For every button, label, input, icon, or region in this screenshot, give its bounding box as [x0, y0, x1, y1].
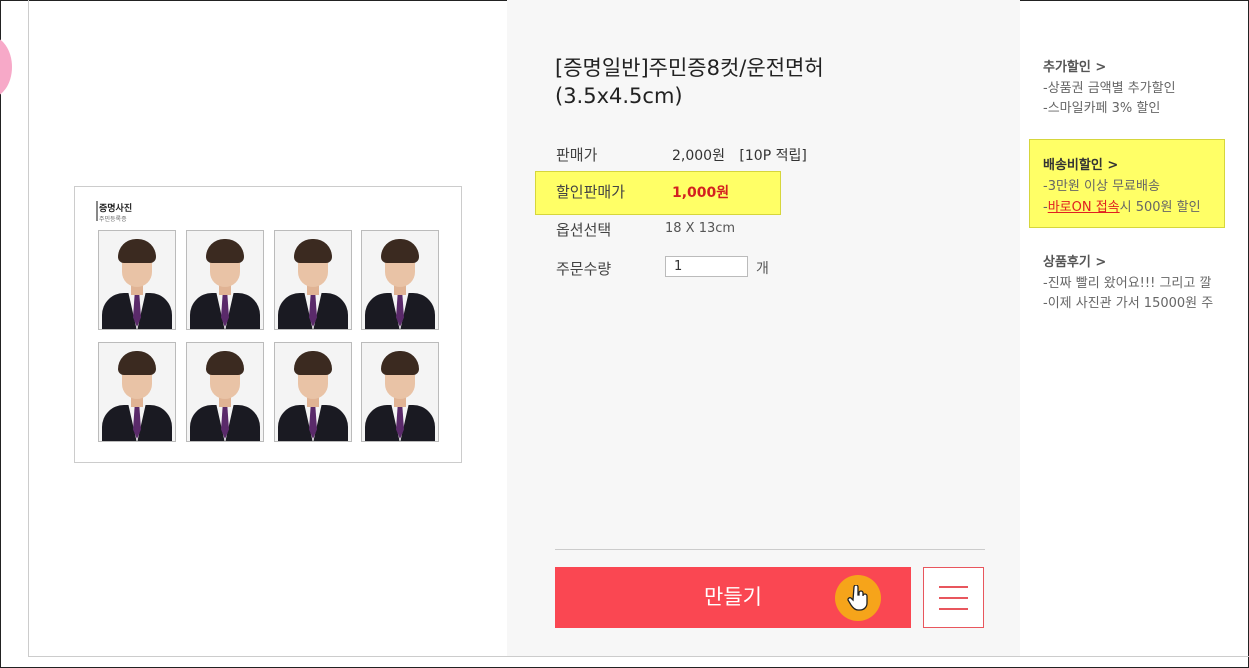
price-label: 판매가: [556, 146, 598, 164]
menu-bar-1: [939, 586, 968, 588]
product-title-line2: (3.5x4.5cm): [555, 84, 683, 108]
quantity-input[interactable]: [665, 256, 748, 277]
sheet-subtitle: 주민등록증: [99, 216, 127, 223]
id-photo-thumbnail: [98, 230, 176, 330]
shipping-discount-line: -3만원 이상 무료배송: [1043, 179, 1160, 194]
shipping-discount-line: -바로ON 접속시 500원 할인: [1043, 196, 1201, 215]
id-photo-thumbnail: [274, 342, 352, 442]
content-border-left: [28, 0, 29, 656]
shipping-discount-link[interactable]: 배송비할인 >: [1043, 154, 1118, 173]
discount-label: 할인판매가: [556, 183, 626, 201]
points-badge: [10P 적립]: [739, 148, 807, 164]
menu-bar-3: [939, 608, 968, 610]
sheet-title: 증명사진: [99, 204, 133, 214]
make-button[interactable]: 만들기: [555, 567, 911, 628]
id-photo-thumbnail: [186, 230, 264, 330]
product-preview-image: 증명사진 주민등록증: [74, 186, 462, 463]
action-divider: [555, 549, 985, 550]
reviews-link[interactable]: 상품후기 >: [1043, 251, 1106, 270]
sheet-accent-bar: [96, 201, 98, 221]
product-title-line1: [증명일반]주민증8컷/운전면허: [555, 56, 824, 80]
price-value: 2,000원 [10P 적립]: [672, 145, 807, 165]
id-photo-thumbnail: [361, 230, 439, 330]
id-photo-thumbnail: [98, 342, 176, 442]
discount-price: 1,000원: [672, 185, 730, 201]
extra-discount-line: -상품권 금액별 추가할인: [1043, 81, 1176, 96]
extra-discount-link[interactable]: 추가할인 >: [1043, 56, 1106, 75]
id-photo-thumbnail: [274, 230, 352, 330]
product-title: [증명일반]주민증8컷/운전면허 (3.5x4.5cm): [555, 54, 975, 110]
baro-on-link[interactable]: 바로ON 접속: [1048, 200, 1120, 215]
menu-button[interactable]: [923, 567, 984, 628]
review-line: -진짜 빨리 왔어요!!! 그리고 깔: [1043, 276, 1212, 291]
menu-bar-2: [939, 597, 968, 599]
option-value[interactable]: 18 X 13cm: [665, 221, 735, 236]
review-line: -이제 사진관 가서 15000원 주: [1043, 296, 1214, 311]
id-photo-thumbnail: [361, 342, 439, 442]
price-amount: 2,000원: [672, 148, 725, 164]
content-border-bottom: [28, 656, 1249, 657]
option-label: 옵션선택: [556, 221, 612, 239]
id-photo-thumbnail: [186, 342, 264, 442]
shipping-line-suffix: 시 500원 할인: [1119, 200, 1201, 215]
quantity-unit: 개: [756, 261, 769, 277]
hand-cursor-icon: [835, 575, 881, 621]
extra-discount-line: -스마일카페 3% 할인: [1043, 101, 1161, 116]
quantity-label: 주문수량: [556, 260, 612, 278]
